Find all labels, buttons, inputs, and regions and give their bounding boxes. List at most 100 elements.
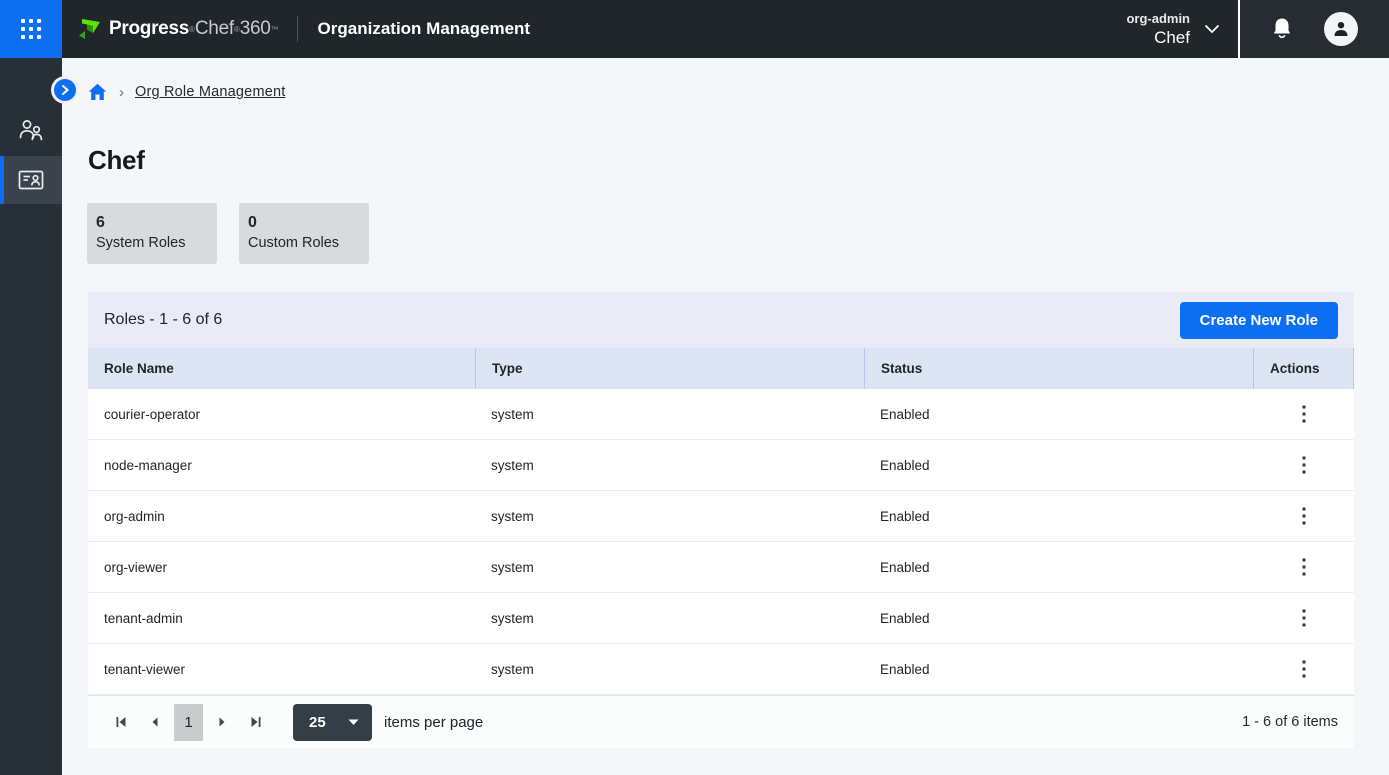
role-badge-icon bbox=[17, 168, 45, 192]
progress-logo-icon bbox=[78, 18, 102, 40]
previous-page-button[interactable] bbox=[138, 705, 172, 739]
row-actions-menu-button[interactable] bbox=[1290, 450, 1318, 480]
app-launcher-button[interactable] bbox=[0, 0, 62, 58]
custom-roles-count: 0 bbox=[248, 212, 360, 233]
column-header-type: Type bbox=[475, 348, 864, 389]
bell-icon bbox=[1271, 17, 1293, 41]
waffle-menu-icon bbox=[21, 19, 41, 39]
stat-card-custom-roles: 0 Custom Roles bbox=[239, 203, 369, 264]
table-row: org-admin system Enabled bbox=[88, 491, 1354, 542]
logo-text-progress: Progress bbox=[109, 18, 189, 40]
table-row: org-viewer system Enabled bbox=[88, 542, 1354, 593]
user-avatar-button[interactable] bbox=[1324, 12, 1358, 46]
pagination-bar: 1 25 items per page 1 - 6 of 6 items bbox=[88, 695, 1354, 748]
breadcrumb-link-org-role-management[interactable]: Org Role Management bbox=[135, 84, 286, 100]
top-header-bar: Progress®Chef®360™ Organization Manageme… bbox=[0, 0, 1389, 58]
left-sidebar bbox=[0, 58, 62, 775]
table-title: Roles - 1 - 6 of 6 bbox=[104, 311, 222, 329]
table-row: courier-operator system Enabled bbox=[88, 389, 1354, 440]
chevron-right-icon bbox=[60, 85, 70, 95]
status-cell: Enabled bbox=[864, 491, 1253, 541]
kebab-menu-icon bbox=[1302, 456, 1306, 474]
status-cell: Enabled bbox=[864, 542, 1253, 592]
stat-cards: 6 System Roles 0 Custom Roles bbox=[87, 203, 369, 264]
person-icon bbox=[1331, 19, 1351, 39]
type-cell: system bbox=[475, 644, 864, 694]
create-new-role-button[interactable]: Create New Role bbox=[1180, 302, 1338, 339]
first-page-button[interactable] bbox=[104, 705, 138, 739]
custom-roles-label: Custom Roles bbox=[248, 233, 360, 254]
notifications-button[interactable] bbox=[1271, 17, 1293, 41]
system-roles-count: 6 bbox=[96, 212, 208, 233]
row-actions-menu-button[interactable] bbox=[1290, 501, 1318, 531]
main-content: › Org Role Management Chef 6 System Role… bbox=[62, 58, 1389, 775]
table-row: node-manager system Enabled bbox=[88, 440, 1354, 491]
page-size-value: 25 bbox=[309, 714, 326, 731]
account-role-label: org-admin bbox=[1126, 10, 1190, 27]
pagination-range-label: 1 - 6 of 6 items bbox=[1242, 714, 1338, 730]
role-name-cell: org-viewer bbox=[88, 542, 475, 592]
type-cell: system bbox=[475, 593, 864, 643]
type-cell: system bbox=[475, 491, 864, 541]
progress-chef-logo: Progress®Chef®360™ bbox=[78, 18, 279, 40]
type-cell: system bbox=[475, 440, 864, 490]
role-name-cell: tenant-admin bbox=[88, 593, 475, 643]
account-switcher[interactable]: org-admin Chef bbox=[1126, 10, 1220, 48]
breadcrumb-separator: › bbox=[119, 84, 124, 101]
row-actions-menu-button[interactable] bbox=[1290, 552, 1318, 582]
app-title: Organization Management bbox=[318, 19, 531, 39]
row-actions-menu-button[interactable] bbox=[1290, 603, 1318, 633]
table-row: tenant-viewer system Enabled bbox=[88, 644, 1354, 695]
role-name-cell: tenant-viewer bbox=[88, 644, 475, 694]
table-row: tenant-admin system Enabled bbox=[88, 593, 1354, 644]
logo-text-360: 360 bbox=[240, 18, 271, 40]
status-cell: Enabled bbox=[864, 440, 1253, 490]
sidebar-item-users[interactable] bbox=[0, 104, 62, 156]
header-actions bbox=[1240, 0, 1389, 58]
logo-text-chef: Chef bbox=[195, 18, 234, 40]
type-cell: system bbox=[475, 542, 864, 592]
stat-card-system-roles: 6 System Roles bbox=[87, 203, 217, 264]
column-header-actions: Actions bbox=[1253, 348, 1354, 389]
kebab-menu-icon bbox=[1302, 405, 1306, 423]
type-cell: system bbox=[475, 389, 864, 439]
sidebar-item-org-roles[interactable] bbox=[0, 156, 62, 204]
home-icon bbox=[88, 83, 107, 101]
row-actions-menu-button[interactable] bbox=[1290, 654, 1318, 684]
kebab-menu-icon bbox=[1302, 660, 1306, 678]
page-title: Chef bbox=[88, 145, 145, 176]
logo-tm-mark: ™ bbox=[271, 25, 279, 34]
sidebar-expand-button[interactable] bbox=[54, 79, 76, 101]
column-header-status: Status bbox=[864, 348, 1253, 389]
next-page-button[interactable] bbox=[205, 705, 239, 739]
current-page-button[interactable]: 1 bbox=[174, 704, 203, 741]
users-icon bbox=[17, 117, 45, 143]
status-cell: Enabled bbox=[864, 389, 1253, 439]
previous-page-icon bbox=[148, 715, 162, 729]
role-name-cell: courier-operator bbox=[88, 389, 475, 439]
status-cell: Enabled bbox=[864, 644, 1253, 694]
next-page-icon bbox=[215, 715, 229, 729]
first-page-icon bbox=[114, 715, 128, 729]
chevron-down-icon bbox=[1204, 24, 1220, 34]
items-per-page-label: items per page bbox=[384, 714, 483, 731]
status-cell: Enabled bbox=[864, 593, 1253, 643]
column-header-role-name: Role Name bbox=[88, 348, 475, 389]
dropdown-caret-icon bbox=[348, 719, 359, 726]
page-size-dropdown[interactable]: 25 bbox=[293, 704, 372, 741]
role-name-cell: node-manager bbox=[88, 440, 475, 490]
system-roles-label: System Roles bbox=[96, 233, 208, 254]
role-name-cell: org-admin bbox=[88, 491, 475, 541]
kebab-menu-icon bbox=[1302, 558, 1306, 576]
table-toolbar: Roles - 1 - 6 of 6 Create New Role bbox=[88, 292, 1354, 348]
breadcrumb: › Org Role Management bbox=[88, 83, 286, 101]
row-actions-menu-button[interactable] bbox=[1290, 399, 1318, 429]
roles-table-card: Roles - 1 - 6 of 6 Create New Role Role … bbox=[88, 292, 1354, 748]
kebab-menu-icon bbox=[1302, 609, 1306, 627]
table-header-row: Role Name Type Status Actions bbox=[88, 348, 1354, 389]
last-page-icon bbox=[249, 715, 263, 729]
breadcrumb-home-link[interactable] bbox=[88, 83, 107, 101]
last-page-button[interactable] bbox=[239, 705, 273, 739]
account-org-label: Chef bbox=[1154, 27, 1190, 48]
header-divider bbox=[297, 16, 298, 42]
